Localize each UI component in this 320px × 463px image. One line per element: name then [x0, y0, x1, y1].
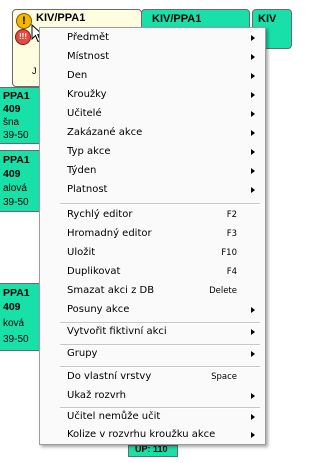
menu-item-shortcut: F3 — [226, 229, 237, 239]
submenu-arrow-icon — [251, 168, 255, 174]
menu-item-zakazane-akce[interactable]: Zakázané akce — [40, 124, 265, 143]
menu-item-label: Smazat akci z DB — [67, 285, 155, 296]
submenu-arrow-icon — [251, 54, 255, 60]
submenu-arrow-icon — [251, 187, 255, 193]
menu-item-shortcut: Space — [211, 372, 237, 382]
submenu-arrow-icon — [251, 35, 255, 41]
menu-item-label: Předmět — [67, 32, 110, 43]
submenu-arrow-icon — [251, 149, 255, 155]
menu-item-label: Učitelé — [67, 108, 102, 119]
submenu-arrow-icon — [251, 329, 255, 335]
menu-item-label: Duplikovat — [67, 266, 121, 277]
menu-item-ukaz-rozvrh[interactable]: Ukaž rozvrh — [40, 387, 265, 406]
submenu-arrow-icon — [251, 393, 255, 399]
menu-item-kolize[interactable]: Kolize v rozvrhu kroužku akce — [40, 426, 265, 445]
submenu-arrow-icon — [251, 414, 255, 420]
menu-item-ucitele[interactable]: Učitelé — [40, 105, 265, 124]
cell-teacher: ková — [3, 318, 25, 329]
cell-title: PPA1 — [3, 90, 30, 102]
cell-footer: J — [32, 66, 37, 76]
cell-title: PPA1 — [3, 287, 30, 299]
menu-item-label: Posuny akce — [67, 304, 130, 315]
menu-separator — [60, 203, 260, 205]
schedule-cell[interactable]: UP: 110 — [128, 445, 178, 457]
submenu-arrow-icon — [251, 111, 255, 117]
exclamation-icon: ! — [16, 13, 32, 29]
schedule-cell[interactable]: PPA1 409 šna 39-50 — [0, 87, 40, 144]
cell-title: PPA1 — [3, 154, 30, 166]
cell-teacher: alová — [3, 183, 27, 194]
menu-item-label: Místnost — [67, 51, 110, 62]
menu-item-shortcut: Delete — [209, 286, 237, 296]
menu-item-predmet[interactable]: Předmět — [40, 29, 265, 48]
menu-item-label: Kolize v rozvrhu kroužku akce — [67, 429, 216, 440]
submenu-arrow-icon — [251, 351, 255, 357]
schedule-cell[interactable]: PPA1 409 alová 39-50 — [0, 150, 40, 212]
cell-room: 409 — [3, 168, 21, 180]
menu-item-smazat-akci[interactable]: Smazat akci z DB Delete — [40, 282, 265, 301]
cell-title: KIV/PPA1 — [152, 13, 202, 25]
menu-item-ucitel-nemuze-ucit[interactable]: Učitel nemůže učit — [40, 408, 265, 427]
cell-time: 39-50 — [3, 334, 29, 345]
cell-time: 39-50 — [3, 130, 29, 141]
menu-item-label: Typ akce — [67, 146, 111, 157]
cell-room: 409 — [3, 301, 21, 313]
menu-item-label: Hromadný editor — [67, 228, 152, 239]
menu-item-label: Týden — [67, 165, 97, 176]
menu-item-typ-akce[interactable]: Typ akce — [40, 143, 265, 162]
menu-item-label: Rychlý editor — [67, 209, 133, 220]
menu-item-duplikovat[interactable]: Duplikovat F4 — [40, 263, 265, 282]
stop-icon: !!! — [15, 29, 31, 45]
cell-room: UP: 110 — [135, 445, 168, 454]
menu-item-label: Uložit — [67, 247, 96, 258]
menu-item-posuny-akce[interactable]: Posuny akce — [40, 301, 265, 320]
menu-item-grupy[interactable]: Grupy — [40, 345, 265, 364]
menu-item-label: Zakázané akce — [67, 127, 143, 138]
menu-item-shortcut: F4 — [226, 267, 237, 277]
menu-item-do-vlastni-vrstvy[interactable]: Do vlastní vrstvy Space — [40, 368, 265, 387]
menu-item-tyden[interactable]: Týden — [40, 162, 265, 181]
menu-item-label: Den — [67, 70, 88, 81]
submenu-arrow-icon — [251, 73, 255, 79]
cell-title: KIV — [258, 13, 277, 25]
menu-item-krouzky[interactable]: Kroužky — [40, 86, 265, 105]
cell-teacher: šna — [3, 117, 20, 128]
menu-item-den[interactable]: Den — [40, 67, 265, 86]
menu-item-mistnost[interactable]: Místnost — [40, 48, 265, 67]
cell-time: 39-50 — [3, 197, 29, 208]
menu-item-rychly-editor[interactable]: Rychlý editor F2 — [40, 206, 265, 225]
menu-item-label: Grupy — [67, 348, 98, 359]
menu-item-label: Učitel nemůže učit — [67, 411, 161, 422]
menu-item-ulozit[interactable]: Uložit F10 — [40, 244, 265, 263]
menu-item-label: Platnost — [67, 184, 108, 195]
cell-room: 409 — [3, 103, 21, 115]
menu-item-platnost[interactable]: Platnost — [40, 181, 265, 200]
menu-item-label: Do vlastní vrstvy — [67, 371, 152, 382]
menu-item-shortcut: F2 — [226, 210, 237, 220]
submenu-arrow-icon — [251, 130, 255, 136]
submenu-arrow-icon — [251, 92, 255, 98]
menu-item-label: Ukaž rozvrh — [67, 390, 126, 401]
submenu-arrow-icon — [251, 432, 255, 438]
menu-item-fiktivni-akce[interactable]: Vytvořit fiktivní akci — [40, 323, 265, 342]
menu-item-shortcut: F10 — [221, 248, 237, 258]
menu-item-hromadny-editor[interactable]: Hromadný editor F3 — [40, 225, 265, 244]
cell-title: KIV/PPA1 — [36, 12, 86, 24]
context-menu: Předmět Místnost Den Kroužky Učitelé Zak… — [39, 27, 266, 445]
menu-item-label: Vytvořit fiktivní akci — [67, 326, 167, 337]
menu-item-label: Kroužky — [67, 89, 107, 100]
schedule-cell[interactable]: PPA1 409 ková 39-50 — [0, 283, 40, 351]
submenu-arrow-icon — [251, 307, 255, 313]
